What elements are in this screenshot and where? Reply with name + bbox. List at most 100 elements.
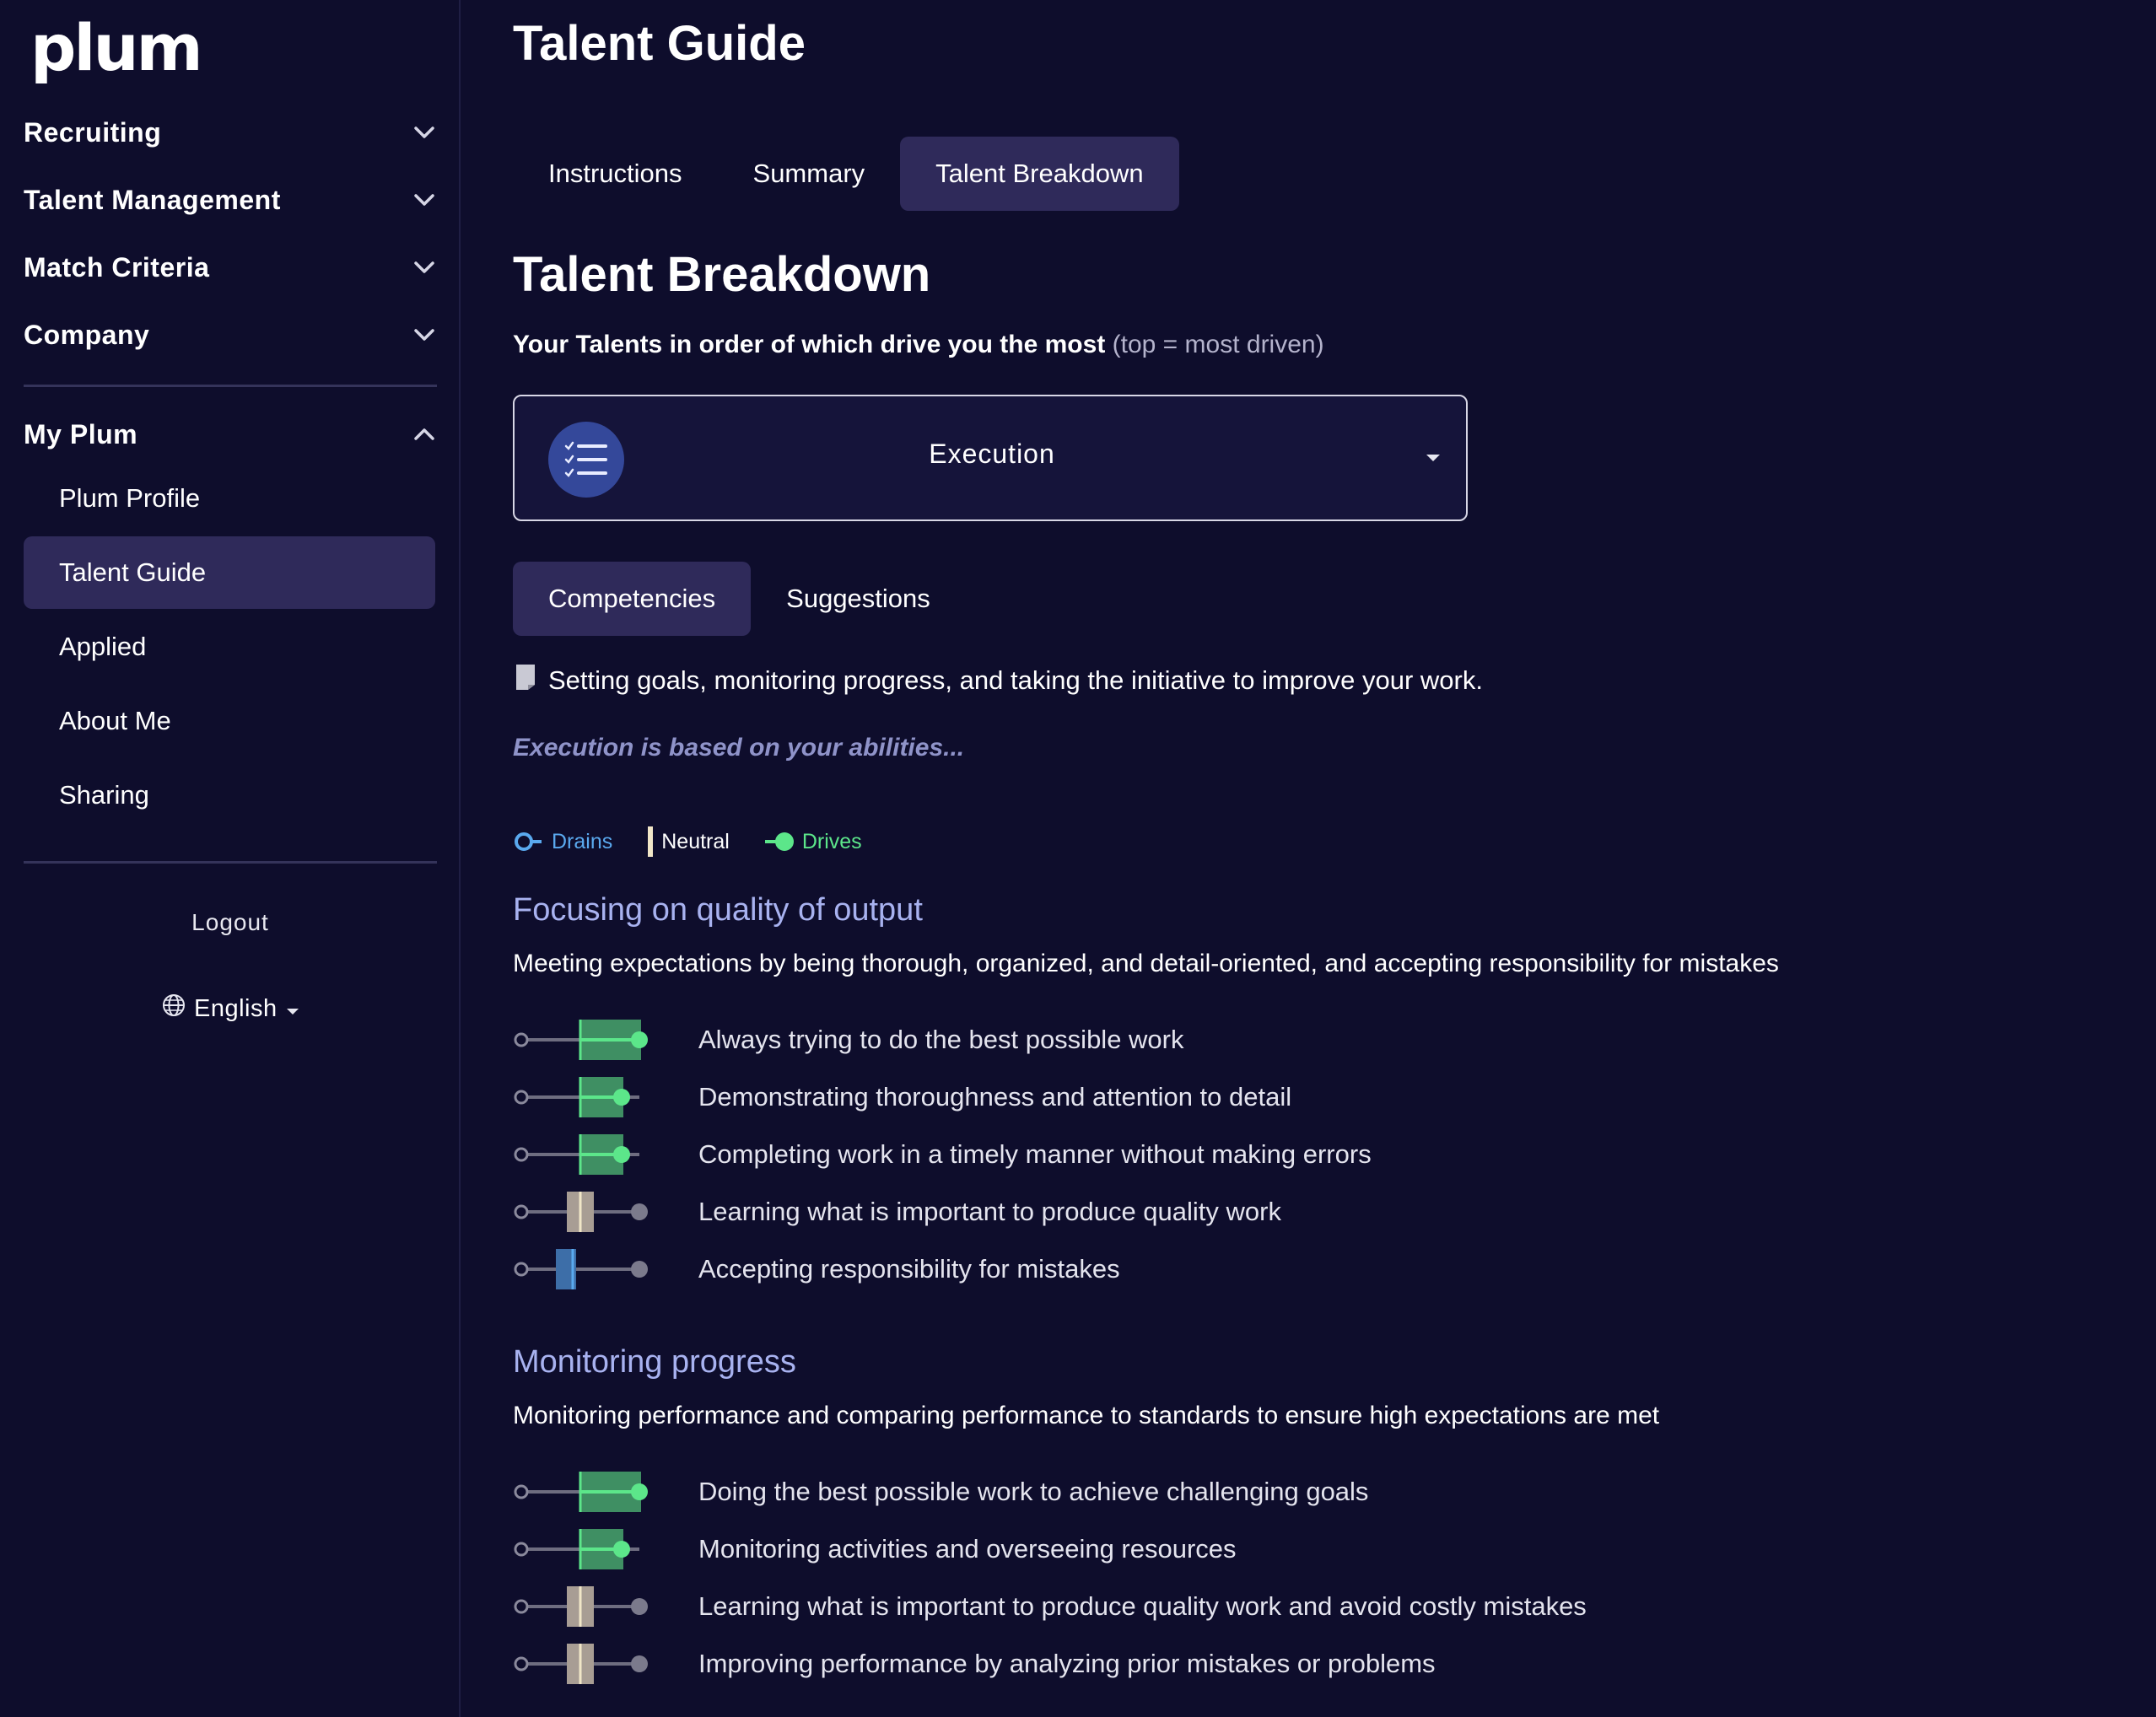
sidebar-item-about-me[interactable]: About Me xyxy=(24,685,435,757)
competency-label: Monitoring activities and overseeing res… xyxy=(698,1534,1237,1564)
drives-end-marker xyxy=(631,1655,648,1672)
legend: Drains Neutral Drives xyxy=(513,826,862,857)
talent-description-text: Setting goals, monitoring progress, and … xyxy=(548,665,1483,695)
drains-end-marker xyxy=(514,1204,529,1219)
sidebar-divider xyxy=(24,861,437,864)
competency-row: Accepting responsibility for mistakes xyxy=(513,1246,1120,1293)
competency-label: Completing work in a timely manner witho… xyxy=(698,1139,1372,1169)
sidebar-item-plum-profile[interactable]: Plum Profile xyxy=(24,462,435,535)
sidebar-item-sharing[interactable]: Sharing xyxy=(24,759,435,832)
sidebar: plum Recruiting Talent Management Match … xyxy=(0,0,461,1717)
drains-end-marker xyxy=(514,1090,529,1105)
competency-row: Monitoring activities and overseeing res… xyxy=(513,1526,1237,1573)
competency-slider xyxy=(514,1192,648,1232)
subtab-bar: Competencies Suggestions xyxy=(513,562,966,636)
chevron-down-icon xyxy=(412,322,437,347)
language-selector[interactable]: English xyxy=(162,992,299,1025)
competency-label: Always trying to do the best possible wo… xyxy=(698,1025,1184,1054)
caret-down-icon xyxy=(1426,452,1441,467)
competency-slider xyxy=(514,1472,648,1512)
drives-end-marker xyxy=(631,1483,648,1500)
competency-slider xyxy=(514,1020,648,1060)
talents-subtitle: Your Talents in order of which drive you… xyxy=(513,331,1324,359)
drains-end-marker xyxy=(514,1599,529,1614)
competency-label: Improving performance by analyzing prior… xyxy=(698,1649,1436,1678)
drives-end-marker xyxy=(631,1261,648,1278)
legend-neutral-label: Neutral xyxy=(661,829,730,853)
competency-row: Doing the best possible work to achieve … xyxy=(513,1468,1368,1515)
nav-section-label: Talent Management xyxy=(24,184,281,215)
nav-my-plum[interactable]: My Plum xyxy=(24,409,437,460)
main-content: Talent Guide Instructions Summary Talent… xyxy=(513,0,2132,1717)
nav-section-label: Recruiting xyxy=(24,116,162,148)
competency-label: Learning what is important to produce qu… xyxy=(698,1591,1587,1621)
drains-icon xyxy=(515,832,542,851)
logout-link[interactable]: Logout xyxy=(0,909,461,936)
competency-slider xyxy=(514,1077,639,1117)
tab-competencies[interactable]: Competencies xyxy=(513,562,752,636)
sidebar-item-talent-guide[interactable]: Talent Guide xyxy=(24,536,435,609)
competency-row: Demonstrating thoroughness and attention… xyxy=(513,1074,1291,1121)
nav-section-label: My Plum xyxy=(24,418,138,449)
competency-slider xyxy=(514,1134,639,1175)
chevron-up-icon xyxy=(412,422,437,447)
group-description: Meeting expectations by being thorough, … xyxy=(513,950,1779,977)
language-label: English xyxy=(194,994,278,1022)
drives-end-marker xyxy=(631,1203,648,1220)
subtitle-muted: (top = most driven) xyxy=(1112,331,1324,358)
tab-bar: Instructions Summary Talent Breakdown xyxy=(513,137,1179,211)
legend-drains-label: Drains xyxy=(552,829,613,853)
nav-talent-management[interactable]: Talent Management xyxy=(24,175,437,225)
caret-down-icon xyxy=(286,995,299,1023)
tab-suggestions[interactable]: Suggestions xyxy=(751,562,966,636)
competency-label: Accepting responsibility for mistakes xyxy=(698,1254,1120,1284)
legend-neutral: Neutral xyxy=(646,826,730,857)
page-title: Talent Guide xyxy=(513,16,806,71)
drives-end-marker xyxy=(613,1146,630,1163)
drives-end-marker xyxy=(613,1541,630,1558)
nav-section-label: Company xyxy=(24,319,150,350)
group-description: Monitoring performance and comparing per… xyxy=(513,1402,1660,1429)
legend-drives: Drives xyxy=(763,830,862,854)
nav-section-label: Match Criteria xyxy=(24,251,210,283)
competency-slider xyxy=(514,1586,648,1627)
drains-end-marker xyxy=(514,1262,529,1277)
subtitle-strong: Your Talents in order of which drive you… xyxy=(513,331,1106,358)
competency-row: Learning what is important to produce qu… xyxy=(513,1188,1281,1235)
nav-recruiting[interactable]: Recruiting xyxy=(24,107,437,158)
section-title: Talent Breakdown xyxy=(513,247,931,302)
drives-end-marker xyxy=(631,1598,648,1615)
neutral-icon xyxy=(648,826,654,857)
competency-slider xyxy=(514,1644,648,1684)
chevron-down-icon xyxy=(412,187,437,213)
legend-drains: Drains xyxy=(513,830,612,854)
tab-summary[interactable]: Summary xyxy=(718,137,901,211)
competency-row: Learning what is important to produce qu… xyxy=(513,1583,1587,1630)
based-on-text: Execution is based on your abilities... xyxy=(513,734,965,762)
plum-logo[interactable]: plum xyxy=(30,10,203,85)
drives-icon xyxy=(764,832,794,851)
competency-slider xyxy=(514,1529,639,1569)
legend-drives-label: Drives xyxy=(801,829,862,853)
competency-slider xyxy=(514,1249,648,1289)
competency-label: Doing the best possible work to achieve … xyxy=(698,1477,1369,1506)
chevron-down-icon xyxy=(412,120,437,145)
drains-end-marker xyxy=(514,1484,529,1499)
nav-company[interactable]: Company xyxy=(24,309,437,360)
tab-instructions[interactable]: Instructions xyxy=(513,137,718,211)
drains-end-marker xyxy=(514,1542,529,1557)
talent-select-value: Execution xyxy=(929,439,1055,469)
group-title: Monitoring progress xyxy=(513,1344,796,1380)
globe-icon xyxy=(162,993,186,1024)
sidebar-item-applied[interactable]: Applied xyxy=(24,611,435,683)
group-title: Focusing on quality of output xyxy=(513,892,923,928)
competency-label: Learning what is important to produce qu… xyxy=(698,1197,1281,1226)
drives-end-marker xyxy=(613,1089,630,1106)
nav-match-criteria[interactable]: Match Criteria xyxy=(24,242,437,293)
drives-end-marker xyxy=(631,1031,648,1048)
drains-end-marker xyxy=(514,1032,529,1047)
talent-select[interactable]: Execution xyxy=(513,395,1468,521)
drains-end-marker xyxy=(514,1656,529,1671)
note-icon xyxy=(513,663,538,698)
tab-talent-breakdown[interactable]: Talent Breakdown xyxy=(900,137,1179,211)
